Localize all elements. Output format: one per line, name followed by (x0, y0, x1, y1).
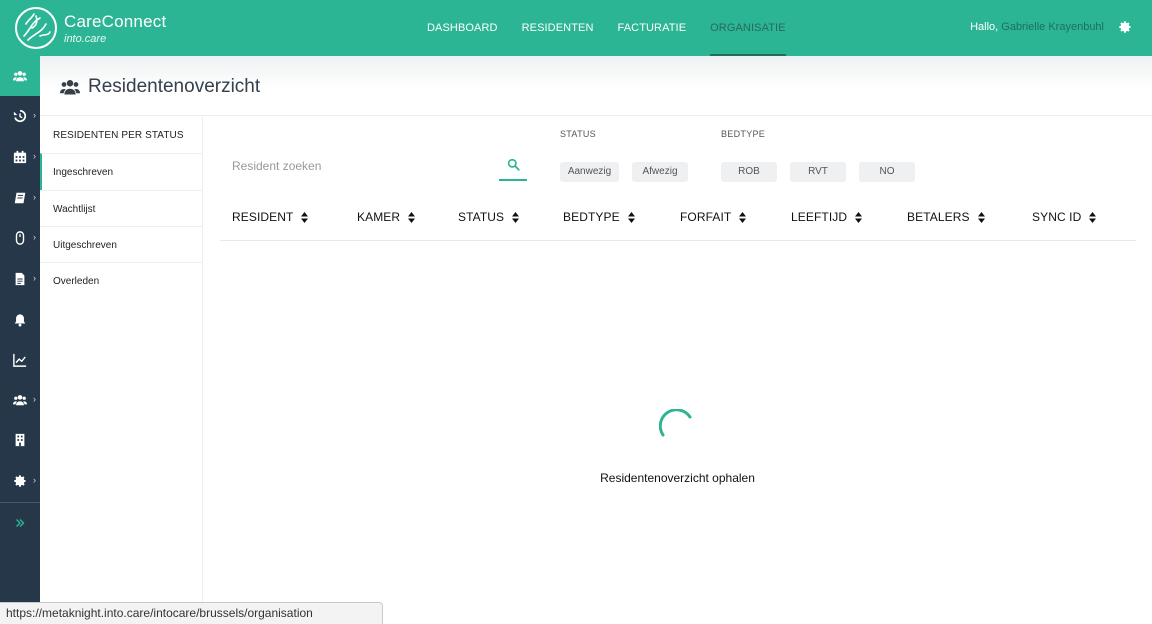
column-kamer[interactable]: KAMER (357, 210, 416, 224)
chevron-right-icon: › (33, 151, 36, 161)
sidebar-item-notifications[interactable] (0, 300, 40, 340)
status-item-overleden[interactable]: Overleden (40, 262, 203, 299)
sidebar: › › › › › › › (0, 56, 40, 624)
column-status[interactable]: STATUS (458, 210, 520, 224)
bell-icon (14, 314, 26, 327)
brand[interactable]: CareConnect into.care (64, 12, 166, 45)
column-label: LEEFTIJD (791, 210, 848, 224)
column-forfait[interactable]: FORFAIT (680, 210, 747, 224)
sidebar-item-statistics[interactable] (0, 340, 40, 380)
status-panel-heading: RESIDENTEN PER STATUS (53, 130, 184, 141)
page-title: Residentenoverzicht (88, 76, 261, 97)
column-label: STATUS (458, 210, 505, 224)
chevron-right-icon: › (33, 110, 36, 120)
chart-icon (13, 353, 27, 367)
nav-facturatie[interactable]: FACTURATIE (606, 0, 699, 56)
sidebar-item-building[interactable] (0, 420, 40, 460)
main-nav: DASHBOARD RESIDENTEN FACTURATIE ORGANISA… (415, 0, 798, 56)
status-filter-afwezig[interactable]: Afwezig (632, 162, 688, 182)
brand-subtitle: into.care (64, 33, 107, 45)
chevron-right-icon: › (33, 273, 36, 283)
sidebar-item-mouse[interactable]: › (0, 218, 40, 258)
sort-icon (1089, 211, 1097, 223)
column-sync-id[interactable]: SYNC ID (1032, 210, 1097, 224)
sort-icon (977, 211, 985, 223)
sidebar-item-documents[interactable]: › (0, 259, 40, 299)
page-title-group: Residentenoverzicht (60, 76, 260, 98)
group-icon (13, 395, 27, 406)
column-label: BETALERS (907, 210, 970, 224)
search-button[interactable] (499, 158, 527, 181)
brand-name: CareConnect (64, 12, 167, 31)
gear-icon (14, 475, 26, 487)
careconnect-logo-icon[interactable] (14, 6, 58, 50)
file-icon (15, 272, 25, 286)
sort-icon (739, 211, 747, 223)
loading-message: Residentenoverzicht ophalen (600, 471, 755, 485)
column-label: FORFAIT (680, 210, 732, 224)
bedtype-filter-rvt[interactable]: RVT (790, 162, 846, 182)
status-filter-label: STATUS (560, 129, 596, 139)
book-icon (14, 192, 26, 204)
residents-table-header: RESIDENT KAMER STATUS BEDTYPE FORFAIT LE… (220, 199, 1136, 241)
browser-status-url: https://metaknight.into.care/intocare/br… (0, 602, 383, 624)
settings-gear-icon[interactable] (1118, 20, 1132, 34)
status-panel: RESIDENTEN PER STATUS Ingeschreven Wacht… (40, 117, 203, 624)
nav-residenten[interactable]: RESIDENTEN (510, 0, 606, 56)
sort-icon (627, 211, 635, 223)
column-label: KAMER (357, 210, 401, 224)
sidebar-item-groups[interactable]: › (0, 380, 40, 420)
bedtype-filter-label: BEDTYPE (721, 129, 766, 139)
chevron-right-icon: › (33, 394, 36, 404)
column-label: BEDTYPE (563, 210, 620, 224)
nav-dashboard[interactable]: DASHBOARD (415, 0, 510, 56)
user-greeting: Hallo, Gabrielle Krayenbuhl (970, 21, 1104, 33)
bedtype-filter-no[interactable]: NO (859, 162, 915, 182)
sort-icon (301, 211, 309, 223)
sidebar-expand-button[interactable] (0, 503, 40, 543)
building-icon (15, 433, 25, 447)
sidebar-item-history[interactable]: › (0, 96, 40, 136)
sidebar-item-calendar[interactable]: › (0, 137, 40, 177)
status-item-uitgeschreven[interactable]: Uitgeschreven (40, 226, 203, 263)
loading-spinner-icon (659, 409, 692, 437)
calendar-icon (13, 150, 27, 164)
users-icon (13, 71, 27, 82)
bedtype-filter-rob[interactable]: ROB (721, 162, 777, 182)
sidebar-item-residents[interactable] (0, 56, 40, 96)
nav-organisatie[interactable]: ORGANISATIE (698, 0, 797, 56)
column-leeftijd[interactable]: LEEFTIJD (791, 210, 863, 224)
column-label: SYNC ID (1032, 210, 1082, 224)
mouse-icon (15, 231, 25, 245)
sidebar-item-book[interactable]: › (0, 178, 40, 218)
status-filter-aanwezig[interactable]: Aanwezig (560, 162, 619, 182)
top-navbar: CareConnect into.care DASHBOARD RESIDENT… (0, 0, 1152, 56)
column-label: RESIDENT (232, 210, 294, 224)
resident-search-input[interactable] (222, 152, 492, 180)
expand-icon (16, 519, 25, 527)
sidebar-item-settings[interactable]: › (0, 461, 40, 501)
column-bedtype[interactable]: BEDTYPE (563, 210, 635, 224)
chevron-right-icon: › (33, 192, 36, 202)
sort-icon (855, 211, 863, 223)
sort-icon (408, 211, 416, 223)
greeting-text: Hallo, (970, 21, 999, 33)
users-icon (60, 80, 80, 95)
status-item-ingeschreven[interactable]: Ingeschreven (40, 153, 203, 190)
column-betalers[interactable]: BETALERS (907, 210, 985, 224)
history-icon (13, 109, 27, 123)
status-item-wachtlijst[interactable]: Wachtlijst (40, 190, 203, 227)
sort-icon (512, 211, 520, 223)
column-resident[interactable]: RESIDENT (232, 210, 309, 224)
chevron-right-icon: › (33, 475, 36, 485)
user-name[interactable]: Gabrielle Krayenbuhl (1001, 21, 1104, 33)
search-icon (507, 158, 520, 171)
chevron-right-icon: › (33, 232, 36, 242)
